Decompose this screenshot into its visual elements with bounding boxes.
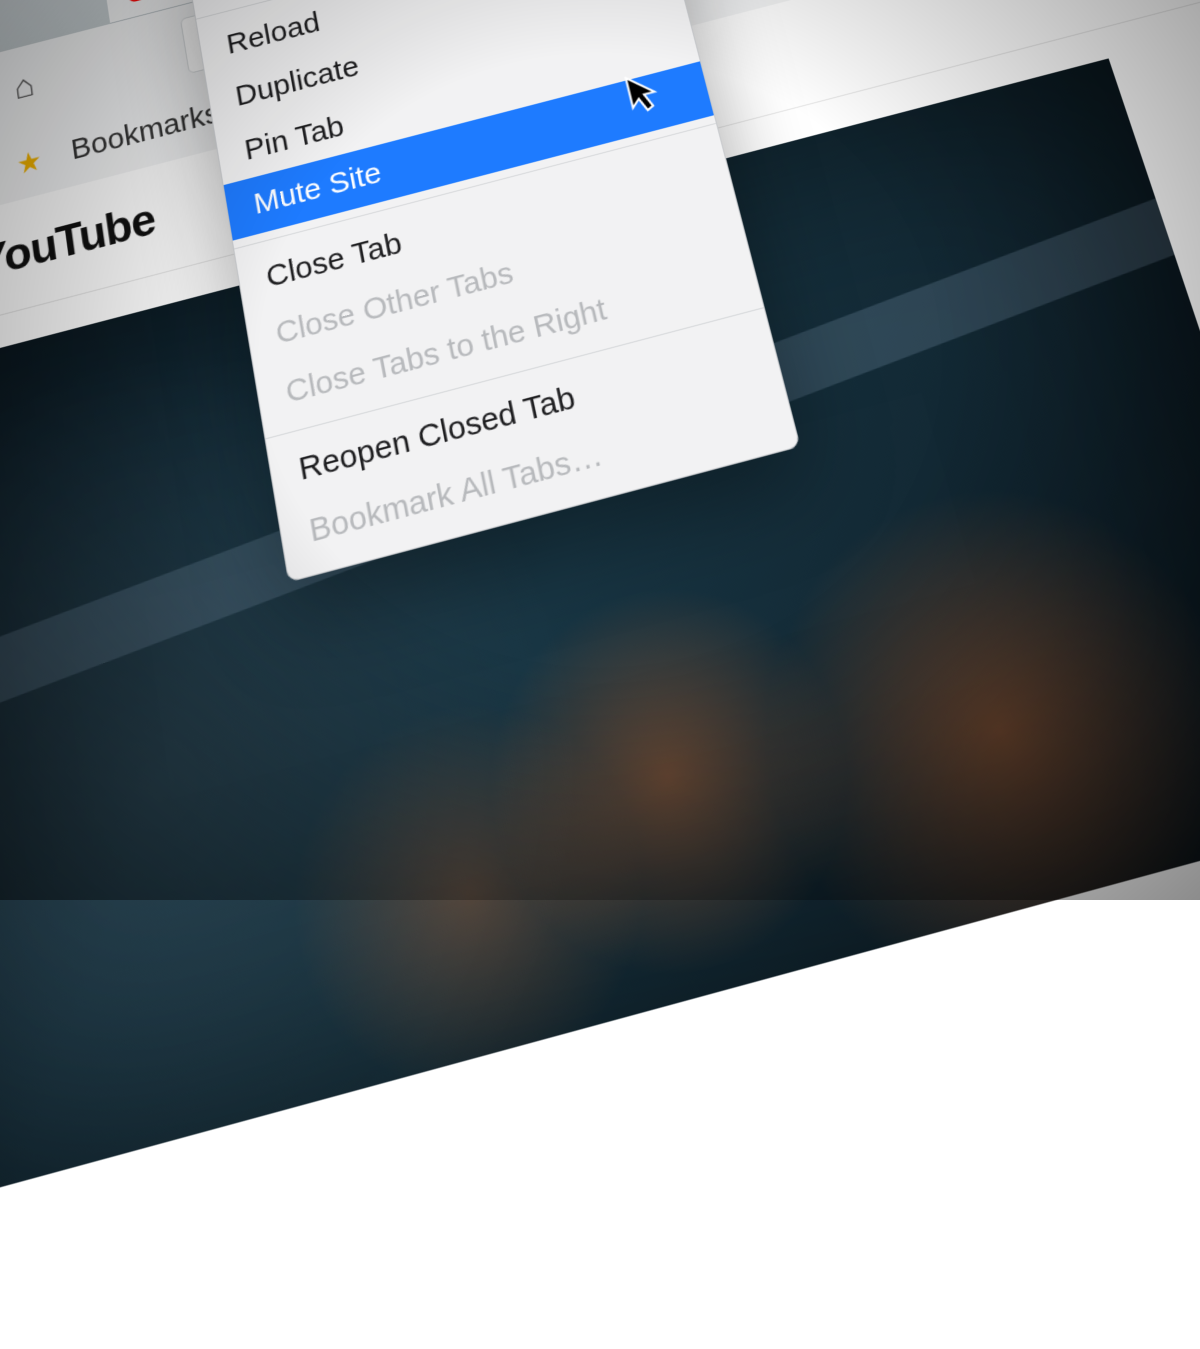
- youtube-favicon-icon: [125, 0, 170, 3]
- bookmark-star-icon: ★: [15, 143, 44, 181]
- home-button[interactable]: ⌂: [12, 66, 37, 107]
- youtube-logo[interactable]: YouTube: [0, 195, 158, 309]
- youtube-logo-text: YouTube: [0, 195, 158, 290]
